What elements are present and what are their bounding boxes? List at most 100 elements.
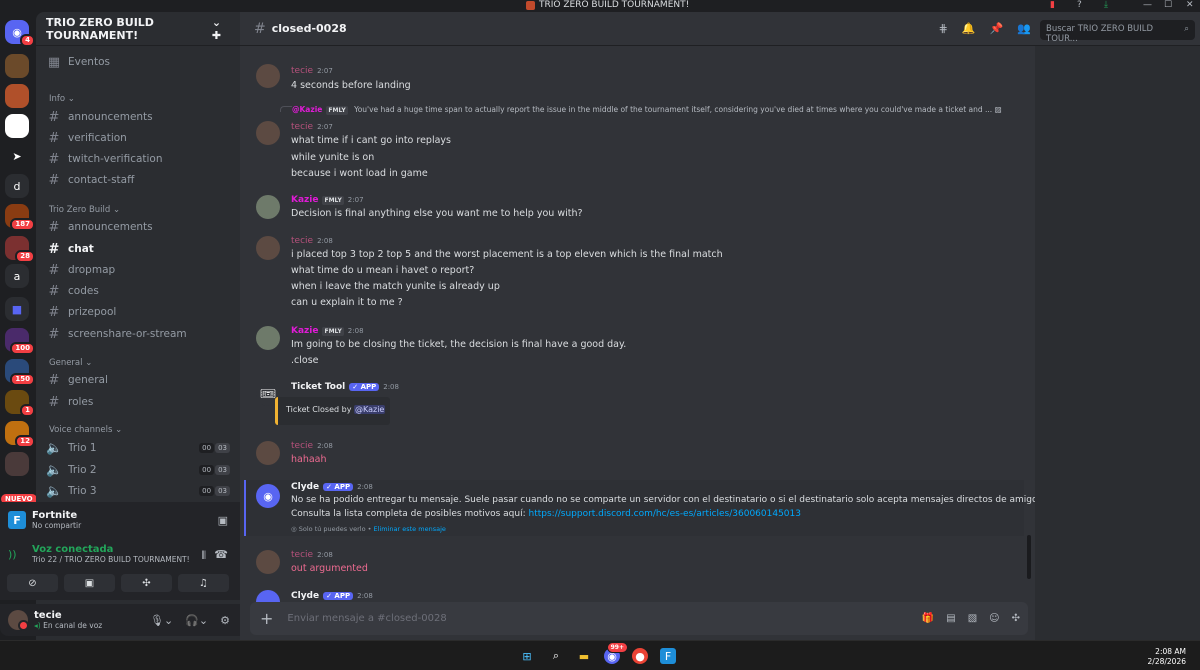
author-name[interactable]: Kazie xyxy=(291,195,318,205)
category-info[interactable]: Info ⌄ xyxy=(49,94,75,104)
channel-item[interactable]: # screenshare-or-stream xyxy=(46,324,236,344)
avatar[interactable] xyxy=(256,550,280,574)
channel-item[interactable]: # roles xyxy=(46,392,236,412)
server-letter-a[interactable]: a xyxy=(5,264,29,288)
server-letter-d[interactable]: d xyxy=(5,174,29,198)
author-name[interactable]: Clyde xyxy=(291,482,319,492)
server-icon[interactable]: 150 xyxy=(5,359,35,386)
screen-share-icon[interactable]: ▣ xyxy=(218,514,228,527)
voice-channel-item[interactable]: 🔈 Trio 2 00 03 xyxy=(46,460,236,480)
soundboard-button[interactable]: ♫ xyxy=(178,574,229,592)
server-icon[interactable] xyxy=(5,452,29,476)
file-explorer-icon[interactable]: ▬ xyxy=(576,648,592,664)
channel-item[interactable]: # general xyxy=(46,370,236,390)
gif-icon[interactable]: ▤ xyxy=(946,613,955,624)
search-input[interactable]: Buscar TRIO ZERO BUILD TOUR... ⌕ xyxy=(1040,20,1195,44)
server-icon[interactable]: 100 xyxy=(5,328,35,355)
mention[interactable]: @Kazie xyxy=(353,405,386,414)
add-attachment-icon[interactable]: + xyxy=(260,609,273,628)
activity-panel[interactable]: F Fortnite No compartir ▣ xyxy=(0,502,240,538)
threads-icon[interactable]: ⋕ xyxy=(939,22,948,35)
username[interactable]: tecie xyxy=(34,610,102,621)
emoji-icon[interactable]: ☺ xyxy=(989,613,999,624)
message-composer[interactable]: + Enviar mensaje a #closed-0028 🎁 ▤ ▧ ☺ … xyxy=(250,602,1028,635)
gift-icon[interactable]: 🎁 xyxy=(922,613,934,624)
author-name[interactable]: Clyde xyxy=(291,591,319,601)
maximize-button[interactable]: ☐ xyxy=(1164,0,1172,10)
server-icon[interactable]: 1 xyxy=(5,390,35,417)
channel-item[interactable]: # announcements xyxy=(46,107,236,127)
clyde-icon[interactable]: ◉ xyxy=(256,484,280,508)
events-item[interactable]: ▦ Eventos xyxy=(46,52,236,72)
download-icon[interactable]: ⤓ xyxy=(1104,0,1108,10)
channel-item-chat[interactable]: # chat xyxy=(46,239,236,259)
folder-icon[interactable]: ■ xyxy=(5,297,29,321)
guild-header[interactable]: TRIO ZERO BUILD TOURNAMENT! ⌄ ✚ xyxy=(36,12,240,46)
dismiss-message-link[interactable]: Eliminar este mensaje xyxy=(374,525,446,533)
disconnect-icon[interactable]: ☎ xyxy=(214,548,228,561)
author-name[interactable]: tecie xyxy=(291,236,313,246)
gear-icon[interactable]: ⚙ xyxy=(220,614,230,627)
discord-icon[interactable]: ◉ 99+ xyxy=(604,642,628,664)
channel-item[interactable]: # announcements xyxy=(46,217,236,237)
scrollbar[interactable] xyxy=(1027,535,1031,579)
hash-icon: # xyxy=(48,394,60,410)
server-icon[interactable]: ➤ xyxy=(5,144,29,168)
message-input[interactable]: Enviar mensaje a #closed-0028 xyxy=(287,613,446,624)
fortnite-icon[interactable]: F xyxy=(660,648,676,664)
apps-icon[interactable]: ✣ xyxy=(1012,613,1020,624)
reply-preview[interactable]: @Kazie FMLY You've had a huge time span t… xyxy=(292,105,1002,115)
server-icon[interactable] xyxy=(5,114,29,138)
soundboard-icon[interactable]: ⫴ xyxy=(201,549,206,563)
channel-item[interactable]: # contact-staff xyxy=(46,170,236,190)
channel-item[interactable]: # codes xyxy=(46,281,236,301)
camera-off-button[interactable]: ⊘ xyxy=(7,574,58,592)
category-voice-channels[interactable]: Voice channels ⌄ xyxy=(49,425,122,435)
server-icon[interactable]: 28 xyxy=(5,236,35,263)
bell-icon[interactable]: 🔔 xyxy=(962,22,976,35)
category-general[interactable]: General ⌄ xyxy=(49,358,92,368)
avatar[interactable] xyxy=(256,326,280,350)
add-member-icon[interactable]: ⌄ ✚ xyxy=(212,16,230,42)
close-button[interactable]: ✕ xyxy=(1186,0,1194,10)
avatar[interactable] xyxy=(8,610,29,631)
search-icon[interactable]: ⌕ xyxy=(548,648,564,664)
channel-item[interactable]: # dropmap xyxy=(46,260,236,280)
help-icon[interactable]: ? xyxy=(1077,0,1082,10)
mic-muted-icon[interactable]: ▮ xyxy=(1050,0,1055,10)
server-icon[interactable]: 187 xyxy=(5,204,35,231)
pin-icon[interactable]: 📌 xyxy=(990,22,1004,35)
category-trio-zero-build[interactable]: Trio Zero Build ⌄ xyxy=(49,205,120,215)
author-name[interactable]: tecie xyxy=(291,441,313,451)
chrome-icon[interactable]: ● xyxy=(632,648,648,664)
mic-icon[interactable]: 🎙⌄ xyxy=(150,614,173,627)
server-icon[interactable] xyxy=(5,54,29,78)
server-icon[interactable]: 12 xyxy=(5,421,35,448)
channel-item[interactable]: # twitch-verification xyxy=(46,149,236,169)
activities-button[interactable]: ✣ xyxy=(121,574,172,592)
avatar[interactable] xyxy=(256,236,280,260)
author-name[interactable]: tecie xyxy=(291,550,313,560)
server-icon[interactable] xyxy=(5,84,29,108)
avatar[interactable] xyxy=(256,441,280,465)
screen-share-button[interactable]: ▣ xyxy=(64,574,115,592)
windows-start-icon[interactable]: ⊞ xyxy=(519,648,535,664)
sticker-icon[interactable]: ▧ xyxy=(968,613,977,624)
system-clock[interactable]: 2:08 AM 2/28/2026 xyxy=(1148,647,1186,667)
support-link[interactable]: https://support.discord.com/hc/es-es/art… xyxy=(529,509,801,519)
avatar[interactable] xyxy=(256,195,280,219)
avatar[interactable] xyxy=(256,121,280,145)
channel-item[interactable]: # prizepool xyxy=(46,302,236,322)
avatar[interactable] xyxy=(256,64,280,88)
discord-home-icon[interactable]: ◉ 4 xyxy=(5,20,35,47)
headphones-icon[interactable]: 🎧⌄ xyxy=(185,614,208,627)
voice-channel-item[interactable]: 🔈 Trio 3 00 03 xyxy=(46,481,236,501)
minimize-button[interactable]: — xyxy=(1143,0,1152,10)
author-name[interactable]: tecie xyxy=(291,122,313,132)
author-name[interactable]: Kazie xyxy=(291,326,318,336)
channel-item[interactable]: # verification xyxy=(46,128,236,148)
author-name[interactable]: Ticket Tool xyxy=(291,382,345,392)
voice-channel-item[interactable]: 🔈 Trio 1 00 03 xyxy=(46,438,236,458)
members-icon[interactable]: 👥 xyxy=(1017,22,1031,35)
author-name[interactable]: tecie xyxy=(291,66,313,76)
